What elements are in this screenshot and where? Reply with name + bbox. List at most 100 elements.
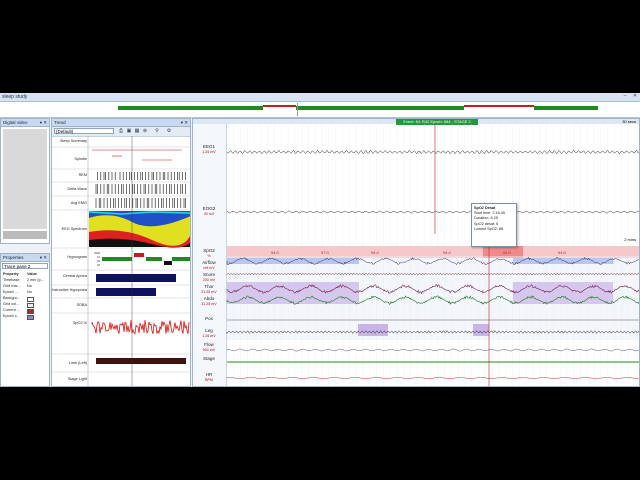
color-swatch[interactable]	[27, 315, 34, 320]
channel-unit: refl mV	[203, 266, 215, 270]
hypnogram-segment	[146, 257, 162, 261]
hypnogram-stage-label: REM	[94, 252, 100, 255]
trend-pane: Trend ▾ ✕ (Default) ⎙ ▣ ▦ ⊕ ⚲ ⚙ Sleep Su…	[51, 118, 191, 387]
channel-unit: 500 mV	[203, 348, 216, 352]
spo2-value: 97.0	[321, 250, 330, 255]
property-row[interactable]: Grid col...	[3, 302, 49, 307]
property-row[interactable]: Backgro...	[3, 296, 49, 301]
properties-pane: Properties ▾ ✕ Trace pane 2 Property Val…	[0, 253, 50, 387]
trend-label: Spindle	[74, 157, 87, 161]
channel-name[interactable]: Flow	[204, 342, 214, 347]
channel-name[interactable]: Airflow	[202, 260, 216, 265]
header-property: Property	[3, 272, 19, 276]
property-key: Timebase	[3, 278, 20, 282]
print-icon[interactable]: ⎙	[118, 128, 124, 134]
trend-label: EEG Spectrum	[62, 227, 87, 231]
overview-cursor[interactable]	[297, 103, 298, 116]
trend-graphs[interactable]: Sleep Summary Spindle REM Delta Wave Avg EMG…	[52, 136, 191, 387]
pane-header: Properties ▾ ✕	[1, 254, 49, 262]
signal-pane[interactable]: Event: N1 R42 Epoch: 684 - STAGE 2 30 se…	[192, 118, 640, 387]
minimize-icon[interactable]: –	[622, 94, 628, 99]
pane-controls-icon[interactable]: ▾ ✕	[40, 254, 47, 261]
property-key: Grid col...	[3, 302, 19, 306]
settings-icon[interactable]: ⚙	[166, 128, 172, 134]
property-row[interactable]: Grid mar... No	[3, 284, 49, 289]
channel-unit: %	[207, 254, 211, 258]
central-apnea-bars	[96, 274, 176, 282]
property-key: Current ...	[3, 308, 20, 312]
trend-label: Central Apnea	[63, 274, 88, 278]
app-window: sleep study – ✕ Digital video ▾ ✕ Proper…	[0, 93, 640, 387]
video-controls[interactable]	[3, 231, 47, 239]
properties-selector[interactable]: Trace pane 2	[2, 263, 48, 269]
signal-traces[interactable]: EEG11.25 mVEOG240 mVSpO2%Airflowrefl mVS…	[193, 124, 640, 387]
channel-name[interactable]: Pos	[205, 316, 214, 321]
property-row[interactable]: Epoch c...	[3, 314, 49, 319]
trend-label: SpO2 %	[73, 321, 88, 325]
overview-event	[464, 105, 534, 107]
property-key: Backgro...	[3, 296, 20, 300]
channel-unit: BPM	[205, 378, 213, 382]
eog2-trace	[227, 211, 640, 213]
hr-trace	[227, 377, 640, 379]
channel-name[interactable]: SpO2	[203, 248, 215, 253]
channel-unit: 40 mV	[204, 212, 215, 216]
limb-event[interactable]	[358, 324, 388, 336]
pane-header: Digital video ▾ ✕	[1, 119, 49, 127]
effort-event[interactable]	[227, 282, 359, 304]
property-row[interactable]: Epoch ... No	[3, 290, 49, 295]
channel-unit: 31.25 mV	[201, 290, 217, 294]
effort-event[interactable]	[513, 282, 613, 304]
channel-name[interactable]: EOG2	[203, 206, 216, 211]
spo2-value: 94.0	[271, 250, 280, 255]
channel-name[interactable]: Thor	[204, 284, 214, 289]
trend-layout-select[interactable]: (Default)	[54, 128, 114, 134]
spo2-trend-line	[92, 320, 189, 334]
zoom-icon[interactable]: ⊕	[142, 128, 148, 134]
digital-video-pane: Digital video ▾ ✕	[0, 118, 50, 244]
overview-segment	[118, 106, 263, 110]
grid-icon[interactable]: ▦	[134, 128, 140, 134]
pane-header: Trend ▾ ✕	[52, 119, 190, 127]
pane-controls-icon[interactable]: ▾ ✕	[40, 119, 47, 126]
property-key: Grid mar...	[3, 284, 21, 288]
pane-title: Trend	[54, 120, 66, 125]
pane-controls-icon[interactable]: ▾ ✕	[181, 119, 188, 126]
trend-label: Stage Light	[68, 377, 88, 381]
recording-overview-bar[interactable]	[0, 102, 640, 118]
trend-label: Delta Wave	[68, 187, 87, 191]
property-row[interactable]: Current ...	[3, 308, 49, 313]
tooltip-line: Lowest SpO2: 88	[474, 227, 514, 232]
channel-name[interactable]: Snore	[203, 272, 216, 277]
trend-label: Obstructive Hypopnea	[52, 288, 88, 292]
hypnogram-stage-label: S3	[97, 264, 101, 267]
channel-name[interactable]: HR	[206, 372, 213, 377]
overview-segment	[296, 106, 464, 110]
trend-label: REM	[79, 173, 87, 177]
channel-unit: 200 mV	[203, 278, 216, 282]
event-tooltip: SpO2 Desat Start time: 2:16:45 Duration:…	[471, 203, 517, 247]
property-row[interactable]: Timebase 2 min (p...	[3, 278, 49, 283]
property-value: No	[27, 284, 32, 289]
title-bar: sleep study – ✕	[0, 93, 640, 102]
save-icon[interactable]: ▣	[126, 128, 132, 134]
pane-title: Digital video	[3, 120, 28, 125]
eeg1-trace	[227, 150, 640, 154]
video-area	[3, 129, 47, 229]
channel-unit: 31.25 mV	[201, 302, 217, 306]
channel-name[interactable]: Abdo	[204, 296, 215, 301]
channel-name[interactable]: Leg	[205, 328, 213, 333]
filter-icon[interactable]: ⚲	[154, 128, 160, 134]
hypnogram-stage-label: S2	[97, 260, 101, 263]
hypnogram-segment	[164, 261, 172, 265]
property-value: 2 min (p...	[27, 278, 44, 283]
header-value: Value	[27, 272, 37, 277]
property-key: Epoch c...	[3, 314, 20, 318]
spo2-value: 94.0	[558, 250, 567, 255]
spo2-value: 94.0	[371, 250, 380, 255]
trend-label: Sleep Summary	[60, 139, 87, 143]
limb-event[interactable]	[473, 324, 489, 336]
channel-name[interactable]: EEG1	[203, 144, 216, 149]
channel-name[interactable]: Stage	[203, 356, 215, 361]
close-icon[interactable]: ✕	[632, 94, 638, 99]
